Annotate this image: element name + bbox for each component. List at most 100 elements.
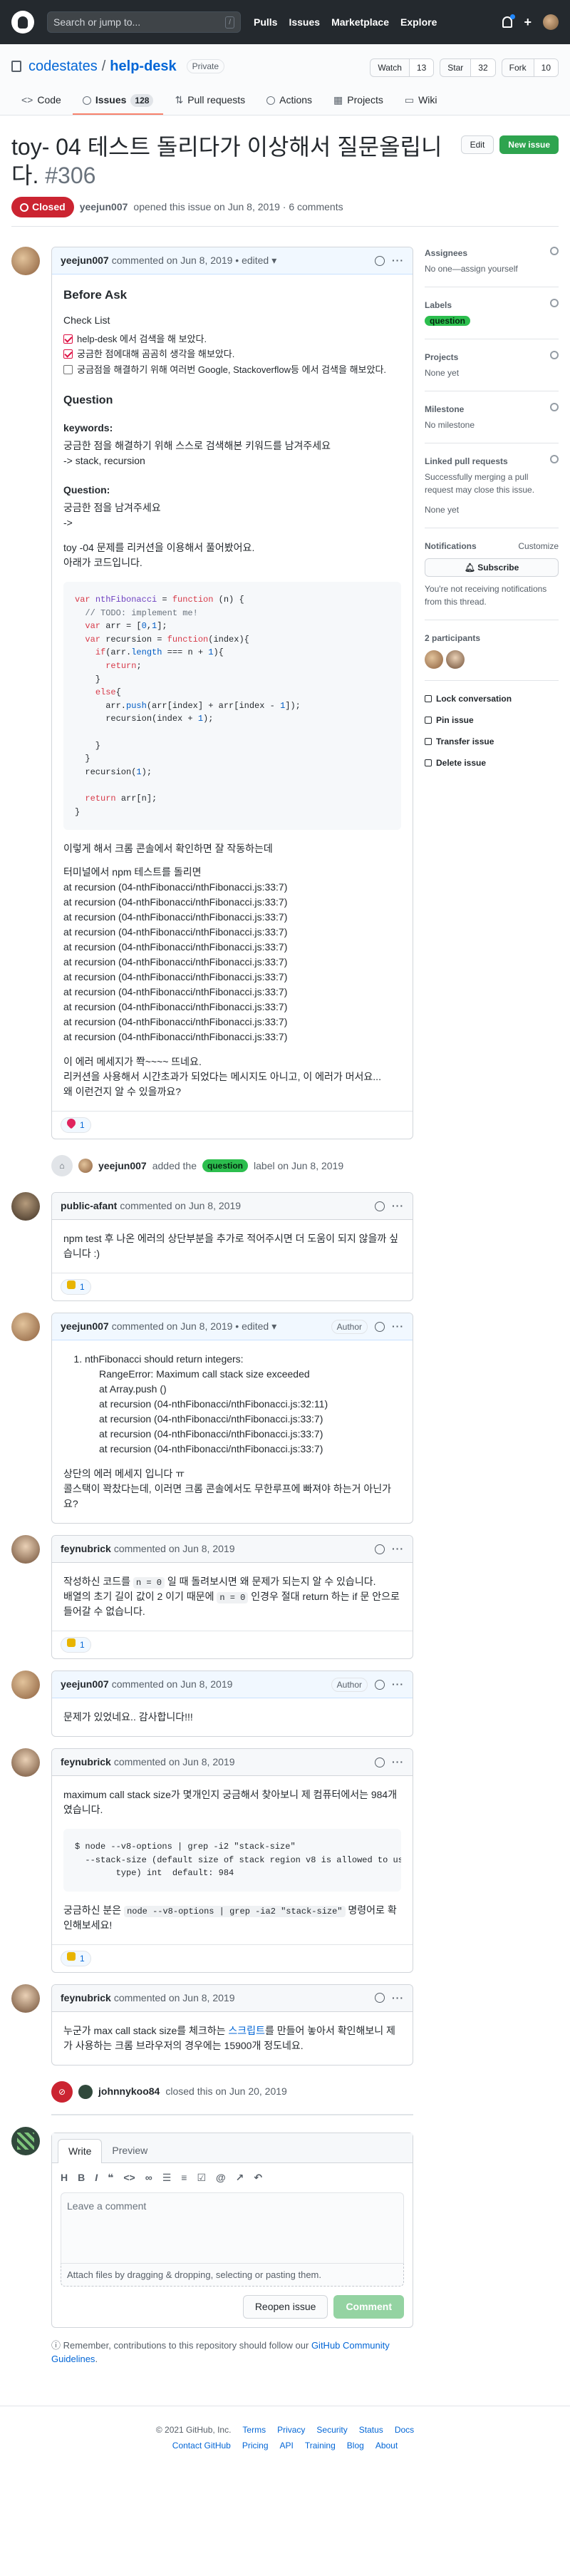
- footer-link-training[interactable]: Training: [305, 2439, 336, 2452]
- plus-icon[interactable]: +: [524, 13, 532, 32]
- tab-write[interactable]: Write: [58, 2138, 103, 2163]
- avatar[interactable]: [425, 650, 443, 669]
- event-author[interactable]: johnnykoo84: [98, 2084, 160, 2099]
- comment-author[interactable]: yeejun007: [61, 253, 109, 268]
- repo-name-link[interactable]: help-desk: [110, 56, 176, 77]
- tab-code[interactable]: <> Code: [11, 87, 71, 115]
- star-button[interactable]: Star 32: [440, 58, 496, 77]
- kebab-icon[interactable]: ···: [392, 253, 404, 268]
- link-icon[interactable]: ∞: [145, 2170, 152, 2185]
- tab-preview[interactable]: Preview: [102, 2139, 157, 2162]
- footer-link-privacy[interactable]: Privacy: [277, 2423, 305, 2436]
- reopen-issue-button[interactable]: Reopen issue: [242, 2295, 328, 2319]
- user-avatar[interactable]: [543, 14, 559, 30]
- assign-yourself-link[interactable]: No one—assign yourself: [425, 262, 559, 275]
- comment-author[interactable]: feynubrick: [61, 1541, 111, 1556]
- delete-issue-link[interactable]: Delete issue: [425, 756, 559, 769]
- kebab-icon[interactable]: ···: [392, 1319, 404, 1334]
- tasklist-icon[interactable]: ☑: [197, 2170, 206, 2185]
- mention-icon[interactable]: @: [216, 2170, 226, 2185]
- checkbox[interactable]: [63, 334, 73, 344]
- tab-pull-requests[interactable]: ⇅ Pull requests: [165, 87, 255, 115]
- avatar[interactable]: [11, 1671, 40, 1700]
- avatar[interactable]: [11, 247, 40, 275]
- script-link[interactable]: 스크립트: [228, 2025, 265, 2036]
- avatar[interactable]: [78, 1159, 93, 1174]
- avatar[interactable]: [11, 1192, 40, 1221]
- event-author[interactable]: yeejun007: [98, 1159, 147, 1174]
- reaction-heart[interactable]: 1: [61, 1117, 91, 1134]
- comment-author[interactable]: public-afant: [61, 1199, 117, 1213]
- tab-wiki[interactable]: ▭ Wiki: [395, 87, 447, 115]
- quote-icon[interactable]: ❝: [108, 2170, 113, 2185]
- kebab-icon[interactable]: ···: [392, 1677, 404, 1692]
- footer-link-terms[interactable]: Terms: [242, 2423, 266, 2436]
- tab-issues[interactable]: Issues 128: [72, 87, 164, 115]
- watch-button[interactable]: Watch 13: [370, 58, 435, 77]
- issue-author-link[interactable]: yeejun007: [80, 200, 128, 215]
- gear-icon[interactable]: [550, 299, 559, 307]
- edit-title-button[interactable]: Edit: [460, 135, 494, 154]
- kebab-icon[interactable]: ···: [392, 1541, 404, 1556]
- heading-icon[interactable]: H: [61, 2170, 68, 2185]
- search-input[interactable]: Search or jump to... /: [47, 11, 241, 33]
- footer-link-docs[interactable]: Docs: [395, 2423, 414, 2436]
- comment-button[interactable]: Comment: [333, 2295, 404, 2319]
- tab-projects[interactable]: ▦ Projects: [323, 87, 393, 115]
- smiley-icon[interactable]: [375, 1321, 385, 1332]
- footer-link-pricing[interactable]: Pricing: [242, 2439, 269, 2452]
- smiley-icon[interactable]: [375, 255, 385, 266]
- transfer-issue-link[interactable]: Transfer issue: [425, 735, 559, 748]
- new-issue-button[interactable]: New issue: [499, 135, 559, 154]
- smiley-icon[interactable]: [375, 1201, 385, 1211]
- lock-conversation-link[interactable]: Lock conversation: [425, 692, 559, 705]
- gear-icon[interactable]: [550, 455, 559, 463]
- checkbox[interactable]: [63, 349, 73, 359]
- chevron-down-icon[interactable]: ▾: [271, 253, 276, 268]
- chevron-down-icon[interactable]: ▾: [271, 1319, 276, 1334]
- customize-link[interactable]: Customize: [518, 540, 559, 553]
- comment-author[interactable]: yeejun007: [61, 1677, 109, 1692]
- nav-pulls[interactable]: Pulls: [254, 15, 277, 30]
- avatar[interactable]: [78, 2084, 93, 2099]
- gear-icon[interactable]: [550, 351, 559, 359]
- list-icon[interactable]: ☰: [162, 2170, 172, 2185]
- fork-button[interactable]: Fork 10: [501, 58, 559, 77]
- reaction-thumbs-up[interactable]: 1: [61, 1950, 91, 1966]
- reference-icon[interactable]: ↗: [236, 2170, 244, 2185]
- checkbox[interactable]: [63, 364, 73, 374]
- nav-marketplace[interactable]: Marketplace: [331, 15, 389, 30]
- repo-owner-link[interactable]: codestates: [28, 56, 98, 77]
- kebab-icon[interactable]: ···: [392, 1755, 404, 1770]
- footer-link-blog[interactable]: Blog: [347, 2439, 364, 2452]
- label-badge[interactable]: question: [202, 1159, 249, 1173]
- kebab-icon[interactable]: ···: [392, 1991, 404, 2006]
- footer-link-api[interactable]: API: [280, 2439, 294, 2452]
- comment-author[interactable]: yeejun007: [61, 1319, 109, 1334]
- label-badge[interactable]: question: [425, 316, 470, 326]
- avatar[interactable]: [11, 1748, 40, 1777]
- code-icon[interactable]: <>: [123, 2170, 135, 2185]
- smiley-icon[interactable]: [375, 1757, 385, 1767]
- tab-actions[interactable]: Actions: [256, 87, 322, 115]
- reaction-thumbs-up[interactable]: 1: [61, 1279, 91, 1295]
- bell-icon[interactable]: [502, 14, 516, 28]
- smiley-icon[interactable]: [375, 1544, 385, 1554]
- github-logo-icon[interactable]: [11, 11, 34, 34]
- reply-icon[interactable]: ↶: [254, 2170, 262, 2185]
- pin-issue-link[interactable]: Pin issue: [425, 714, 559, 727]
- footer-link-about[interactable]: About: [375, 2439, 398, 2452]
- gear-icon[interactable]: [550, 403, 559, 411]
- footer-link-status[interactable]: Status: [359, 2423, 383, 2436]
- italic-icon[interactable]: I: [95, 2170, 98, 2185]
- avatar[interactable]: [11, 1984, 40, 2013]
- gear-icon[interactable]: [550, 247, 559, 255]
- numbered-list-icon[interactable]: ≡: [181, 2170, 187, 2185]
- comment-textarea[interactable]: Leave a comment: [61, 2192, 404, 2264]
- smiley-icon[interactable]: [375, 1993, 385, 2003]
- nav-explore[interactable]: Explore: [400, 15, 437, 30]
- nav-issues[interactable]: Issues: [289, 15, 320, 30]
- attach-files[interactable]: Attach files by dragging & dropping, sel…: [61, 2263, 404, 2287]
- comment-author[interactable]: feynubrick: [61, 1991, 111, 2006]
- footer-link-security[interactable]: Security: [316, 2423, 347, 2436]
